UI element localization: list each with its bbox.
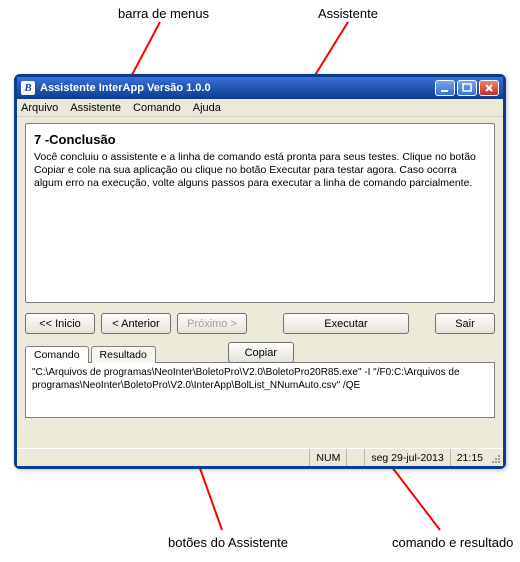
application-window: B Assistente InterApp Versão 1.0.0 Arqui… xyxy=(14,74,506,469)
status-empty xyxy=(346,449,364,466)
sair-button[interactable]: Sair xyxy=(435,313,495,334)
wizard-button-row: << Inicio < Anterior Próximo > Executar … xyxy=(25,313,495,334)
minimize-button[interactable] xyxy=(435,80,455,96)
executar-button[interactable]: Executar xyxy=(283,313,409,334)
maximize-button[interactable] xyxy=(457,80,477,96)
status-time: 21:15 xyxy=(450,449,489,466)
status-bar: NUM seg 29-jul-2013 21:15 xyxy=(17,448,503,466)
tab-strip: Comando Resultado xyxy=(25,344,158,362)
window-title: Assistente InterApp Versão 1.0.0 xyxy=(40,82,211,94)
status-date: seg 29-jul-2013 xyxy=(364,449,449,466)
close-button[interactable] xyxy=(479,80,499,96)
proximo-button: Próximo > xyxy=(177,313,247,334)
wizard-step-panel: 7 -Conclusão Você concluiu o assistente … xyxy=(25,123,495,303)
menu-assistente[interactable]: Assistente xyxy=(70,102,121,114)
annotation-menubar: barra de menus xyxy=(118,6,209,21)
menu-arquivo[interactable]: Arquivo xyxy=(21,102,58,114)
copiar-button[interactable]: Copiar xyxy=(228,342,294,363)
status-num: NUM xyxy=(309,449,346,466)
step-title: 7 -Conclusão xyxy=(34,132,486,147)
tab-comando[interactable]: Comando xyxy=(25,346,89,363)
close-icon xyxy=(484,83,494,93)
annotation-command: comando e resultado xyxy=(392,535,513,550)
command-output[interactable]: "C:\Arquivos de programas\NeoInter\Bolet… xyxy=(25,362,495,418)
anterior-button[interactable]: < Anterior xyxy=(101,313,171,334)
maximize-icon xyxy=(462,83,472,93)
tab-resultado[interactable]: Resultado xyxy=(91,346,156,363)
menu-bar: Arquivo Assistente Comando Ajuda xyxy=(17,99,503,117)
inicio-button[interactable]: << Inicio xyxy=(25,313,95,334)
annotation-assistant: Assistente xyxy=(318,6,378,21)
menu-comando[interactable]: Comando xyxy=(133,102,181,114)
resize-grip-icon[interactable] xyxy=(489,449,503,466)
minimize-icon xyxy=(440,83,450,93)
title-bar[interactable]: B Assistente InterApp Versão 1.0.0 xyxy=(17,77,503,99)
menu-ajuda[interactable]: Ajuda xyxy=(193,102,221,114)
annotation-buttons: botões do Assistente xyxy=(168,535,288,550)
app-icon: B xyxy=(21,81,35,95)
step-description: Você concluiu o assistente e a linha de … xyxy=(34,151,486,190)
